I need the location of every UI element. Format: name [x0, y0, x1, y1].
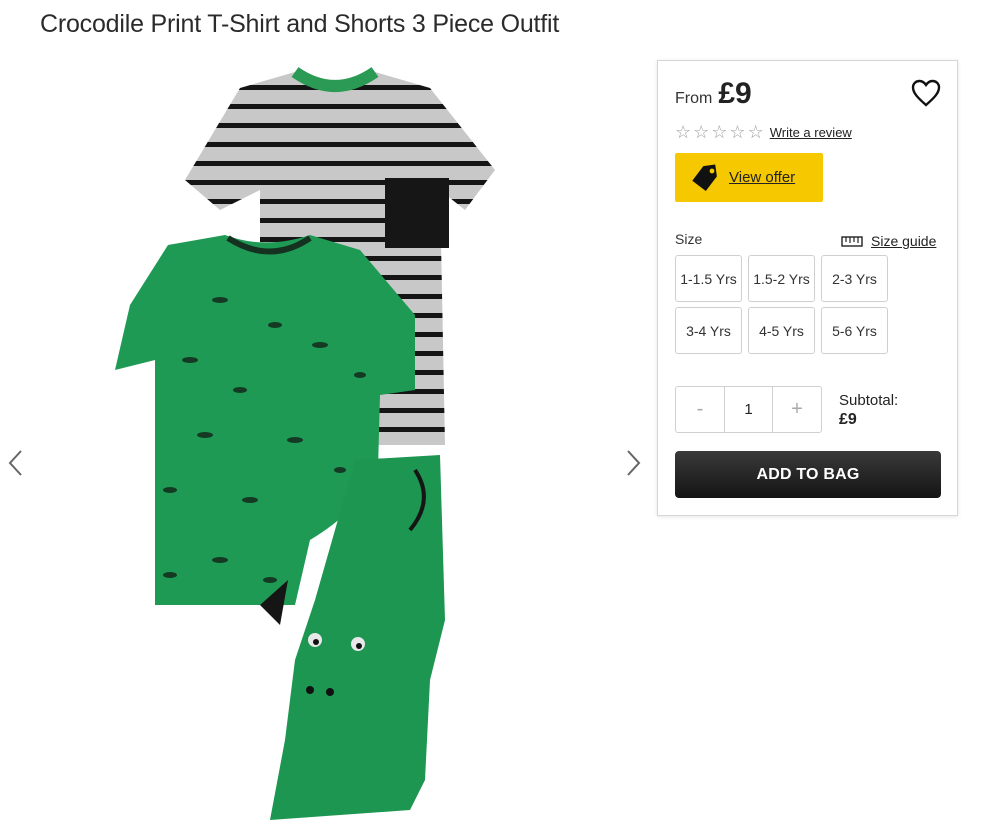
price: £9 — [718, 77, 752, 110]
wishlist-button[interactable] — [910, 78, 942, 108]
quantity-input[interactable]: 1 — [724, 387, 773, 432]
star-icon: ☆ — [675, 122, 692, 142]
gallery-prev-button[interactable] — [4, 448, 28, 478]
star-rating: ☆ ☆ ☆ ☆ ☆ — [675, 123, 764, 141]
size-option[interactable]: 1-1.5 Yrs — [675, 255, 742, 302]
star-icon: ☆ — [711, 122, 728, 142]
ruler-icon — [841, 234, 863, 248]
size-option[interactable]: 3-4 Yrs — [675, 307, 742, 354]
product-title: Crocodile Print T-Shirt and Shorts 3 Pie… — [40, 10, 560, 38]
add-to-bag-button[interactable]: ADD TO BAG — [675, 451, 941, 498]
star-icon: ☆ — [693, 122, 710, 142]
price-tag-icon — [689, 162, 721, 194]
size-guide-label: Size guide — [871, 233, 937, 249]
size-label: Size — [675, 231, 703, 247]
quantity-increase-button[interactable]: + — [773, 387, 821, 432]
view-offer-label: View offer — [729, 169, 796, 186]
gallery-next-button[interactable] — [621, 448, 645, 478]
subtotal-label: Subtotal: — [839, 392, 899, 409]
size-option[interactable]: 4-5 Yrs — [748, 307, 815, 354]
view-offer-button[interactable]: View offer — [675, 153, 823, 202]
price-row: From £9 — [675, 77, 752, 111]
subtotal: Subtotal: £9 — [839, 391, 898, 429]
rating-row: ☆ ☆ ☆ ☆ ☆ Write a review — [675, 123, 852, 141]
write-review-link[interactable]: Write a review — [770, 125, 852, 140]
purchase-panel: From £9 ☆ ☆ ☆ ☆ ☆ Write a review View of… — [657, 60, 958, 516]
star-icon: ☆ — [729, 122, 746, 142]
quantity-stepper: - 1 + — [675, 386, 822, 433]
size-guide-link[interactable]: Size guide — [841, 233, 936, 249]
size-option[interactable]: 1.5-2 Yrs — [748, 255, 815, 302]
size-options: 1-1.5 Yrs 1.5-2 Yrs 2-3 Yrs 3-4 Yrs 4-5 … — [675, 255, 888, 354]
chevron-right-icon — [627, 450, 641, 476]
product-gallery — [0, 60, 650, 830]
size-option[interactable]: 5-6 Yrs — [821, 307, 888, 354]
from-label: From — [675, 90, 713, 107]
heart-icon — [911, 79, 941, 107]
chevron-left-icon — [8, 450, 22, 476]
quantity-decrease-button[interactable]: - — [676, 387, 724, 432]
star-icon: ☆ — [747, 122, 764, 142]
size-option[interactable]: 2-3 Yrs — [821, 255, 888, 302]
subtotal-value: £9 — [839, 411, 857, 428]
product-image[interactable] — [110, 60, 555, 830]
